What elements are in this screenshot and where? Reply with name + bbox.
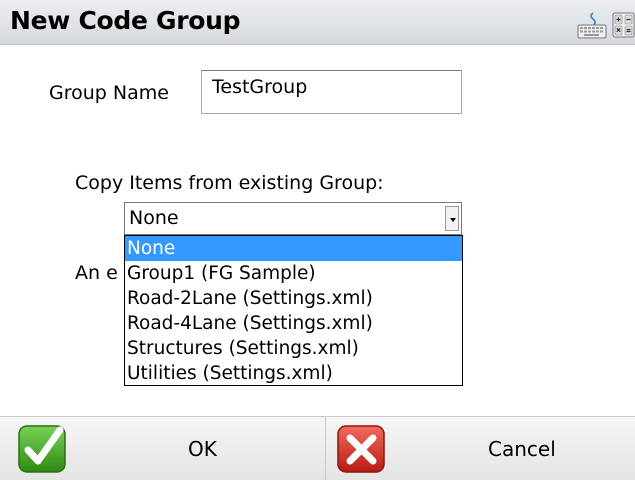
- button-bar: OK Cancel: [0, 416, 635, 480]
- partially-hidden-text: An e: [75, 262, 118, 284]
- checkmark-icon: [18, 425, 66, 473]
- copy-group-dropdown-list: None Group1 (FG Sample) Road-2Lane (Sett…: [124, 235, 463, 386]
- dropdown-option-utilities[interactable]: Utilities (Settings.xml): [125, 361, 462, 386]
- copy-items-label: Copy Items from existing Group:: [75, 172, 384, 194]
- dropdown-option-none[interactable]: None: [125, 236, 462, 261]
- ok-button[interactable]: OK: [0, 417, 325, 480]
- copy-group-selected-value: None: [129, 207, 179, 229]
- cancel-button[interactable]: Cancel: [326, 417, 635, 480]
- dropdown-arrow-icon[interactable]: [445, 206, 459, 231]
- dialog-title: New Code Group: [10, 6, 241, 35]
- copy-group-select[interactable]: None: [124, 202, 462, 235]
- ok-button-label: OK: [188, 437, 217, 461]
- dropdown-option-road-4lane[interactable]: Road-4Lane (Settings.xml): [125, 311, 462, 336]
- keyboard-icon[interactable]: [577, 10, 607, 40]
- group-name-input[interactable]: TestGroup: [201, 70, 462, 114]
- dropdown-option-road-2lane[interactable]: Road-2Lane (Settings.xml): [125, 286, 462, 311]
- calculator-icon[interactable]: [612, 12, 635, 38]
- title-bar: New Code Group: [0, 0, 635, 45]
- cancel-button-label: Cancel: [488, 437, 556, 461]
- close-x-icon: [337, 425, 385, 473]
- dropdown-option-group1[interactable]: Group1 (FG Sample): [125, 261, 462, 286]
- dropdown-option-structures[interactable]: Structures (Settings.xml): [125, 336, 462, 361]
- group-name-label: Group Name: [49, 82, 169, 104]
